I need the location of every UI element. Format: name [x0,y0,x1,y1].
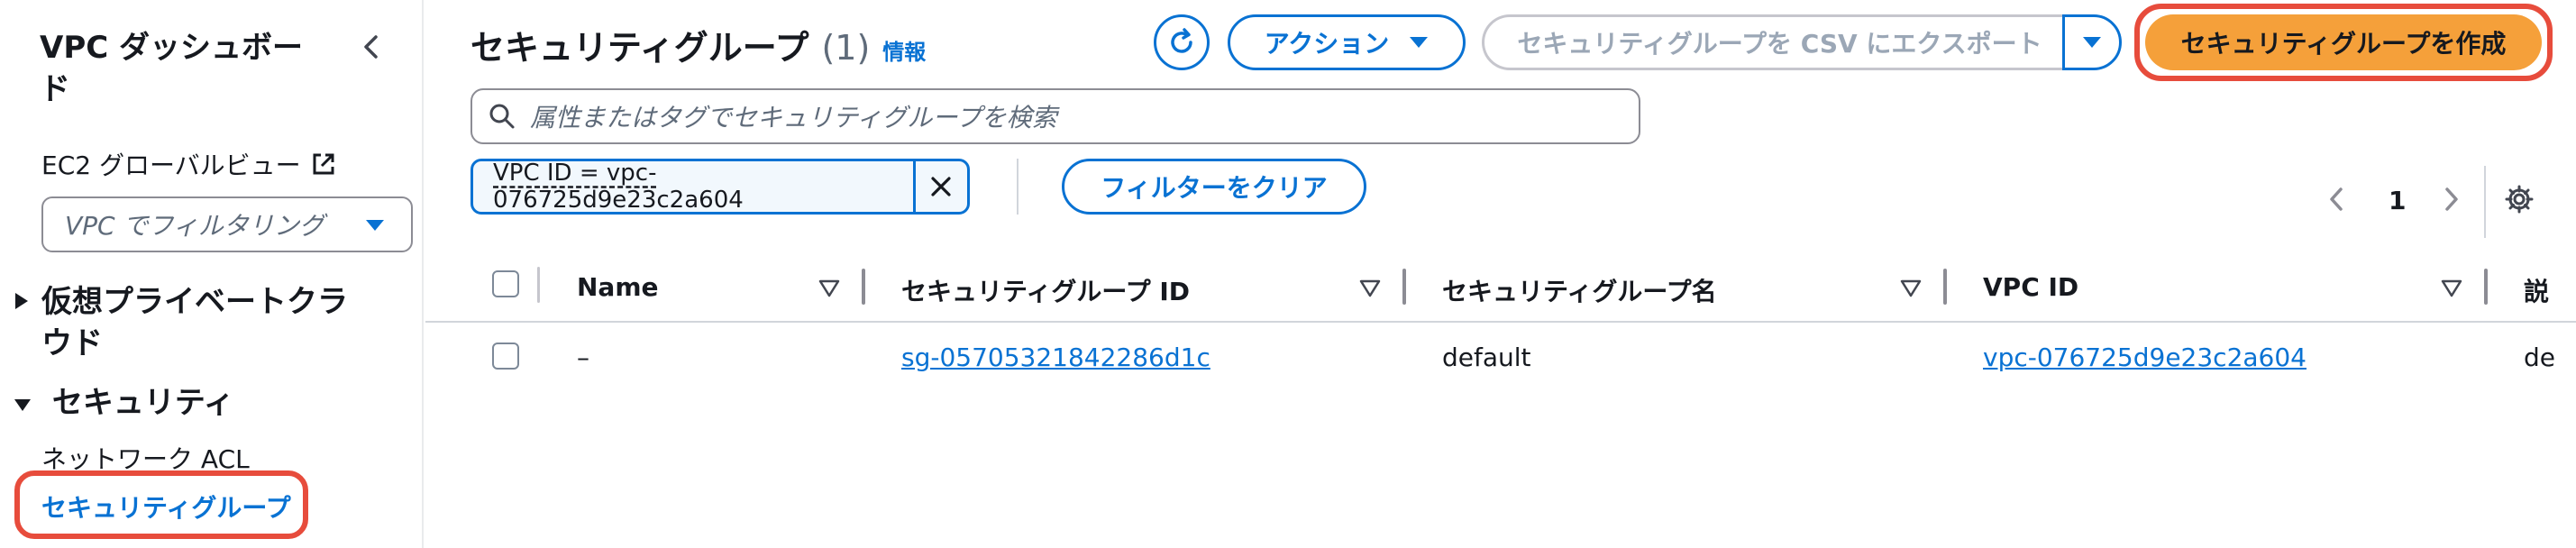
clear-filters-button[interactable]: フィルターをクリア [1062,159,1366,215]
nav-item-security-groups[interactable]: セキュリティグループ [41,489,291,525]
filter-token[interactable]: VPC ID = vpc-076725d9e23c2a604 [470,159,970,215]
prev-page-button[interactable] [2327,186,2345,216]
chevron-right-icon [2445,187,2458,211]
search-icon [489,104,515,129]
vpc-filter-placeholder: VPC でフィルタリング [65,211,324,241]
close-icon [931,177,952,196]
cell-description: de [2524,342,2555,372]
column-separator [537,267,540,303]
sidebar: VPC ダッシュボード EC2 グローバルビュー VPC でフィルタリング 仮想… [0,0,424,548]
refresh-button[interactable] [1154,14,1210,70]
column-separator [862,269,865,305]
export-csv-button[interactable]: セキュリティグループを CSV にエクスポート [1482,14,2075,70]
next-page-button[interactable] [2443,186,2461,216]
caret-down-icon [13,382,41,424]
section-vpc-label: 仮想プライベートクラウド [41,284,348,361]
chevron-left-icon [2330,187,2343,211]
caret-down-icon [1410,37,1429,48]
table-row[interactable]: – sg-05705321842286d1c default vpc-07672… [425,323,2576,391]
cell-sg-id-link[interactable]: sg-05705321842286d1c [901,342,1210,372]
actions-label: アクション [1264,29,1390,59]
remove-filter-button[interactable] [912,161,967,212]
external-link-icon [313,153,334,175]
row-checkbox[interactable] [492,342,519,370]
sidebar-title: VPC ダッシュボード [40,30,304,107]
caret-down-icon [366,220,384,231]
column-separator [2484,269,2488,305]
sort-icon[interactable] [818,279,840,297]
cell-vpc-id-link[interactable]: vpc-076725d9e23c2a604 [1983,342,2307,372]
search-input[interactable]: 属性またはタグでセキュリティグループを検索 [470,88,1640,144]
pagination-divider [2484,166,2486,238]
section-security[interactable]: セキュリティ [13,382,234,424]
column-separator [1402,269,1406,305]
select-all-checkbox[interactable] [492,270,519,297]
gear-icon [2505,185,2534,214]
table-header: Name セキュリティグループ ID セキュリティグループ名 VPC ID 説 [425,252,2576,323]
column-separator [1943,269,1947,305]
vpc-filter-select[interactable]: VPC でフィルタリング [41,196,413,252]
item-count: (1) [821,28,871,68]
column-header-sg-name[interactable]: セキュリティグループ名 [1442,272,1717,308]
search-placeholder: 属性またはタグでセキュリティグループを検索 [530,103,1057,132]
info-link[interactable]: 情報 [882,34,926,66]
actions-button[interactable]: アクション [1228,14,1466,70]
page-title: セキュリティグループ [470,28,809,68]
collapse-sidebar-button[interactable] [353,29,389,65]
column-header-vpc-id[interactable]: VPC ID [1983,272,2078,302]
column-header-sg-id[interactable]: セキュリティグループ ID [901,272,1190,308]
page-header: セキュリティグループ (1) 情報 [470,20,926,69]
export-dropdown-button[interactable] [2062,14,2122,70]
cell-name: – [577,342,589,372]
ec2-global-view-link[interactable]: EC2 グローバルビュー [41,146,337,182]
refresh-icon [1171,28,1192,53]
caret-right-icon [13,281,41,364]
section-vpc[interactable]: 仮想プライベートクラウド [13,281,373,364]
sort-icon[interactable] [1359,279,1381,297]
create-security-group-button[interactable]: セキュリティグループを作成 [2145,14,2542,70]
main-content: セキュリティグループ (1) 情報 アクション セキュリティグループを CSV … [425,0,2576,548]
filter-token-label: VPC ID = vpc-076725d9e23c2a604 [493,160,744,214]
chevron-left-icon [364,35,378,59]
column-header-name[interactable]: Name [577,272,659,302]
preferences-button[interactable] [2504,184,2535,218]
section-security-label: セキュリティ [51,385,234,421]
cell-sg-name: default [1442,342,1531,372]
ec2-global-view-label: EC2 グローバルビュー [41,151,301,180]
sort-icon[interactable] [2441,279,2462,297]
filter-divider [1017,159,1019,215]
sort-icon[interactable] [1900,279,1922,297]
current-page[interactable]: 1 [2389,186,2406,215]
caret-down-icon [2083,37,2101,48]
column-header-description[interactable]: 説 [2524,272,2576,308]
